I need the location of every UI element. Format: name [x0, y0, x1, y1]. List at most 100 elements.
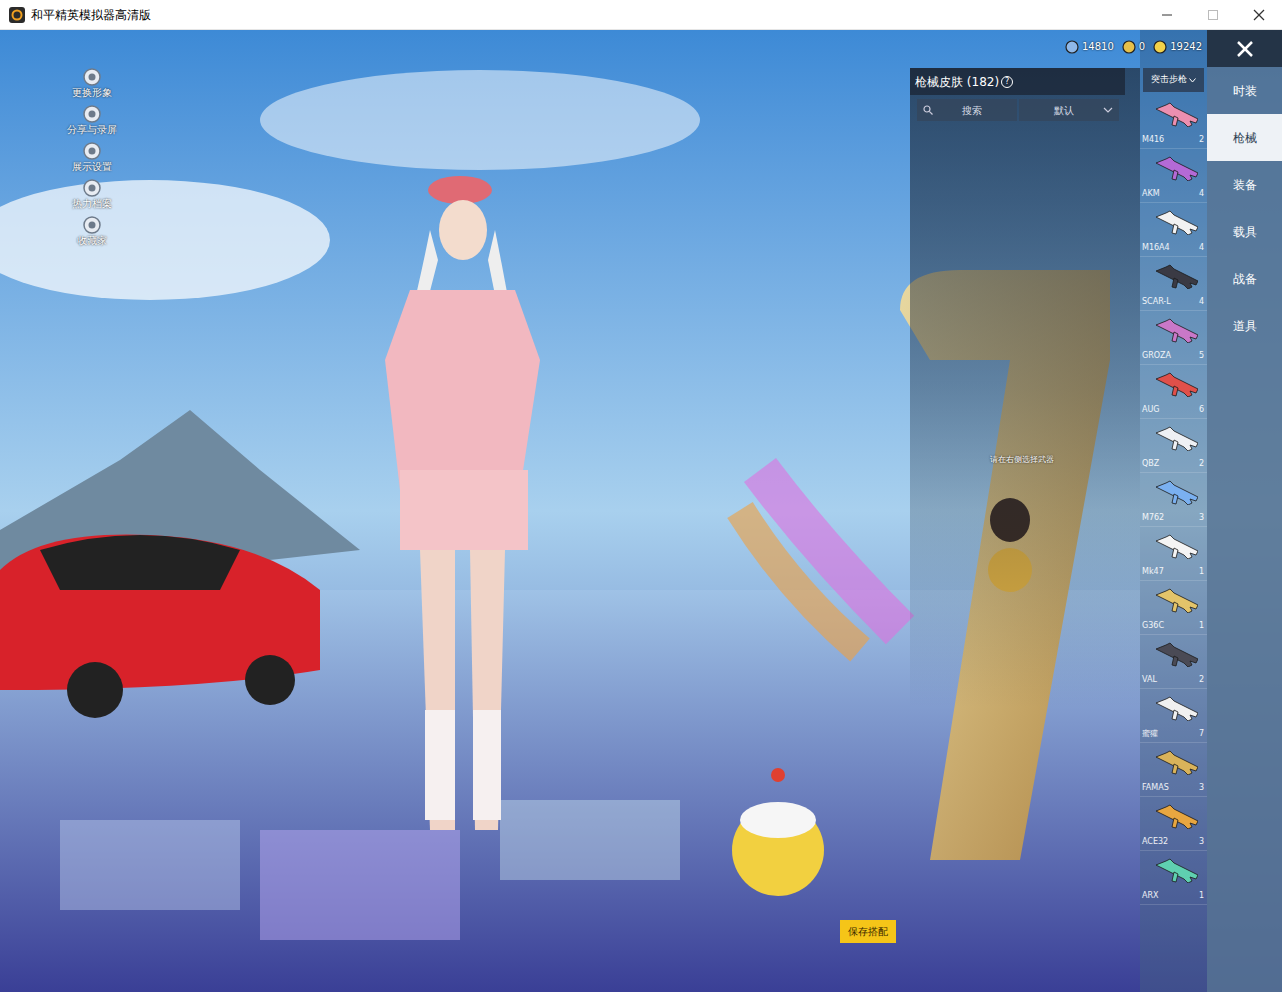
- game-area: 更换形象分享与录屏展示设置热力档案收藏家枪械皮肤 (182)?搜索默认请在右侧选…: [0, 30, 1282, 992]
- rifle-icon: [1154, 749, 1198, 775]
- close-icon: [1236, 40, 1254, 58]
- gun-name[interactable]: Mk47: [1142, 566, 1164, 578]
- gun-name[interactable]: M16A4: [1142, 242, 1170, 254]
- side-menu-item[interactable]: 分享与录屏: [67, 105, 117, 142]
- gun-count[interactable]: 1: [1199, 890, 1204, 902]
- nav-tab[interactable]: 枪械: [1207, 114, 1282, 161]
- nav-tab-label[interactable]: 道具: [1233, 317, 1257, 335]
- gun-item[interactable]: FAMAS 3: [1140, 743, 1207, 797]
- rifle-icon: [1154, 209, 1198, 235]
- currency-amount: 14810: [1082, 39, 1114, 54]
- gun-name[interactable]: GROZA: [1142, 350, 1171, 362]
- gun-name[interactable]: M762: [1142, 512, 1164, 524]
- gun-item[interactable]: G36C 1: [1140, 581, 1207, 635]
- menu-item-label[interactable]: 收藏家: [77, 234, 107, 247]
- gun-count[interactable]: 3: [1199, 512, 1204, 524]
- help-button[interactable]: ?: [1001, 76, 1013, 88]
- window-controls: [1144, 0, 1282, 29]
- close-window-button[interactable]: [1236, 0, 1282, 29]
- gun-name[interactable]: SCAR-L: [1142, 296, 1171, 308]
- close-lobby-button[interactable]: [1207, 30, 1282, 67]
- gun-count[interactable]: 2: [1199, 134, 1204, 146]
- nav-tab-label[interactable]: 枪械: [1233, 129, 1257, 147]
- menu-item-label[interactable]: 热力档案: [72, 197, 112, 210]
- side-menu-item[interactable]: 热力档案: [72, 179, 112, 216]
- coin-icon: [1122, 40, 1136, 54]
- nav-tab-label[interactable]: 装备: [1233, 176, 1257, 194]
- gun-count[interactable]: 1: [1199, 566, 1204, 578]
- chevron-down-icon: [1103, 106, 1113, 114]
- minimize-button[interactable]: [1144, 0, 1190, 29]
- nav-tab[interactable]: 载具: [1207, 208, 1282, 255]
- category-label[interactable]: 突击步枪: [1151, 73, 1187, 87]
- gun-column: 突击步枪 M416 2 AKM 4 M16A4 4 SCAR-L 4 GROZA 5 AUG 6 QBZ 2…: [1140, 30, 1207, 992]
- gun-item[interactable]: ACE32 3: [1140, 797, 1207, 851]
- side-menu-item[interactable]: 更换形象: [72, 68, 112, 105]
- gun-name[interactable]: VAL: [1142, 674, 1157, 686]
- gun-name[interactable]: G36C: [1142, 620, 1164, 632]
- gun-item[interactable]: SCAR-L 4: [1140, 257, 1207, 311]
- gun-item[interactable]: AUG 6: [1140, 365, 1207, 419]
- gun-name[interactable]: ACE32: [1142, 836, 1168, 848]
- gun-item[interactable]: QBZ 2: [1140, 419, 1207, 473]
- save-outfit-button[interactable]: 保存搭配: [840, 920, 896, 943]
- gun-count[interactable]: 4: [1199, 188, 1204, 200]
- nav-tab-label[interactable]: 战备: [1233, 270, 1257, 288]
- gun-name[interactable]: QBZ: [1142, 458, 1159, 470]
- category-dropdown[interactable]: 突击步枪: [1143, 68, 1204, 92]
- gun-item[interactable]: M416 2: [1140, 95, 1207, 149]
- search-icon: [923, 105, 933, 115]
- nav-tab[interactable]: 战备: [1207, 255, 1282, 302]
- gun-count[interactable]: 1: [1199, 620, 1204, 632]
- gun-item[interactable]: Mk47 1: [1140, 527, 1207, 581]
- search-placeholder[interactable]: 搜索: [933, 103, 1011, 118]
- maximize-button[interactable]: [1190, 0, 1236, 29]
- gun-name[interactable]: 蜜獾: [1142, 728, 1158, 740]
- gun-count[interactable]: 4: [1199, 242, 1204, 254]
- nav-tab-label[interactable]: 时装: [1233, 82, 1257, 100]
- side-menu-item[interactable]: 展示设置: [72, 142, 112, 179]
- scene: 更换形象分享与录屏展示设置热力档案收藏家枪械皮肤 (182)?搜索默认请在右侧选…: [0, 30, 1140, 992]
- gun-item[interactable]: VAL 2: [1140, 635, 1207, 689]
- gun-name[interactable]: AUG: [1142, 404, 1160, 416]
- gun-count[interactable]: 5: [1199, 350, 1204, 362]
- sort-label[interactable]: 默认: [1025, 103, 1103, 118]
- gun-name[interactable]: M416: [1142, 134, 1164, 146]
- gun-count[interactable]: 6: [1199, 404, 1204, 416]
- menu-item-label[interactable]: 分享与录屏: [67, 123, 117, 136]
- gun-count[interactable]: 3: [1199, 782, 1204, 794]
- window-title: 和平精英模拟器高清版: [31, 6, 151, 24]
- gun-count[interactable]: 2: [1199, 674, 1204, 686]
- currency-amount: 0: [1139, 39, 1145, 54]
- gun-item[interactable]: 蜜獾 7: [1140, 689, 1207, 743]
- nav-tab[interactable]: 装备: [1207, 161, 1282, 208]
- gun-count[interactable]: 4: [1199, 296, 1204, 308]
- rifle-icon: [1154, 641, 1198, 667]
- gun-count[interactable]: 7: [1199, 728, 1204, 740]
- side-menu-item[interactable]: 收藏家: [77, 216, 107, 253]
- nav-tab[interactable]: 时装: [1207, 67, 1282, 114]
- gun-item[interactable]: M16A4 4: [1140, 203, 1207, 257]
- gun-item[interactable]: ARX 1: [1140, 851, 1207, 905]
- menu-item-icon: [83, 105, 101, 123]
- skin-panel-header: 枪械皮肤 (182)?: [910, 68, 1125, 95]
- gun-name[interactable]: FAMAS: [1142, 782, 1169, 794]
- gun-name[interactable]: AKM: [1142, 188, 1160, 200]
- sort-dropdown[interactable]: 默认: [1019, 99, 1119, 121]
- gun-count[interactable]: 2: [1199, 458, 1204, 470]
- gun-item[interactable]: GROZA 5: [1140, 311, 1207, 365]
- gun-list: M416 2 AKM 4 M16A4 4 SCAR-L 4 GROZA 5 AUG 6 QBZ 2 M762…: [1140, 95, 1207, 905]
- menu-item-icon: [83, 179, 101, 197]
- nav-tab-label[interactable]: 载具: [1233, 223, 1257, 241]
- search-field[interactable]: 搜索: [917, 99, 1017, 121]
- gun-name[interactable]: ARX: [1142, 890, 1159, 902]
- currency-amount: 19242: [1170, 39, 1202, 54]
- gun-item[interactable]: M762 3: [1140, 473, 1207, 527]
- menu-item-label[interactable]: 更换形象: [72, 86, 112, 99]
- rifle-icon: [1154, 371, 1198, 397]
- nav-tab[interactable]: 道具: [1207, 302, 1282, 349]
- rifle-icon: [1154, 479, 1198, 505]
- gun-count[interactable]: 3: [1199, 836, 1204, 848]
- menu-item-label[interactable]: 展示设置: [72, 160, 112, 173]
- gun-item[interactable]: AKM 4: [1140, 149, 1207, 203]
